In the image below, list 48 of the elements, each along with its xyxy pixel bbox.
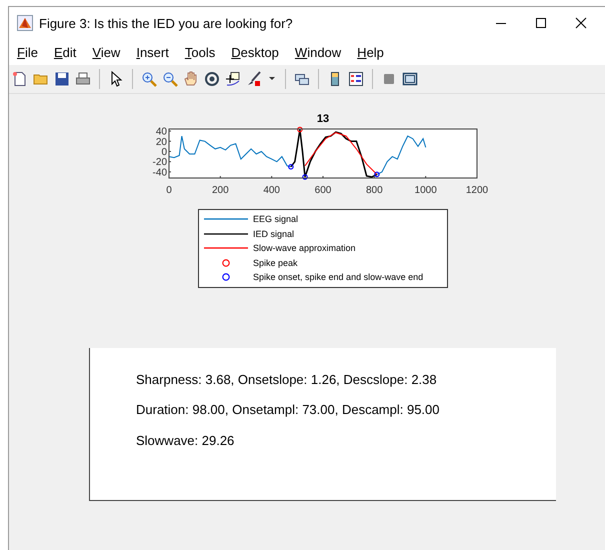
- x-tick-label: 800: [366, 185, 383, 196]
- x-tick-label: 200: [212, 185, 229, 196]
- legend-label: IED signal: [253, 228, 294, 239]
- legend-icon[interactable]: [348, 71, 364, 87]
- x-tick-label: 1200: [466, 185, 488, 196]
- metrics-text: Duration: 98.00, Onsetampl: 73.00, Descampl: 95.00: [136, 402, 441, 419]
- frame-icon[interactable]: [402, 71, 418, 87]
- y-tick-label: -40: [152, 167, 167, 178]
- y-tick-label: -20: [152, 157, 167, 168]
- metrics-text: Sharpness: 3.68, Onsetslope: 1.26, Descslope: 2.38: [136, 372, 438, 389]
- close-icon[interactable]: [575, 17, 587, 29]
- point-marker: [302, 174, 308, 180]
- menu-item[interactable]: File: [17, 44, 38, 60]
- zoom-in-icon[interactable]: [141, 71, 157, 87]
- menu-item[interactable]: Window: [294, 44, 342, 60]
- y-tick-label: 20: [156, 136, 167, 148]
- menu-item[interactable]: View: [92, 44, 120, 60]
- square-icon[interactable]: [381, 71, 397, 87]
- legend-label: Spike peak: [253, 258, 298, 268]
- x-tick-label: 600: [314, 185, 332, 196]
- menu-item[interactable]: Desktop: [231, 44, 279, 60]
- menu-item[interactable]: Tools: [184, 44, 216, 60]
- brush-icon[interactable]: [246, 71, 262, 87]
- metrics-text: Slowwave: 29.26: [136, 432, 236, 450]
- legend-label: Slow-wave approximation: [253, 243, 356, 254]
- point-marker: [288, 164, 294, 170]
- chart-title: 13: [316, 113, 330, 125]
- menu-item[interactable]: Edit: [54, 44, 76, 60]
- legend-label: Spike onset, spike end and slow-wave end: [253, 272, 424, 282]
- menu-item[interactable]: Insert: [136, 44, 169, 60]
- zoom-out-icon[interactable]: [162, 71, 178, 87]
- new-file-icon[interactable]: [12, 71, 28, 87]
- legend-label: EEG signal: [253, 214, 298, 224]
- save-icon[interactable]: [54, 71, 70, 87]
- data-cursor-icon[interactable]: [225, 71, 241, 87]
- maximize-icon[interactable]: [535, 17, 547, 29]
- menu-item[interactable]: Help: [357, 44, 384, 60]
- y-tick-label: 0: [161, 146, 167, 158]
- app-icon: [17, 15, 33, 31]
- point-marker: [297, 126, 303, 132]
- printer-icon[interactable]: [75, 71, 91, 87]
- y-tick-label: 40: [156, 126, 167, 138]
- x-tick-label: 400: [263, 185, 280, 196]
- x-tick-label: 1000: [414, 185, 437, 196]
- window-title: Figure 3: Is this the IED you are looking for?: [39, 16, 294, 30]
- x-tick-label: 0: [166, 185, 172, 196]
- point-marker: [374, 172, 380, 178]
- hand-icon[interactable]: [183, 71, 199, 87]
